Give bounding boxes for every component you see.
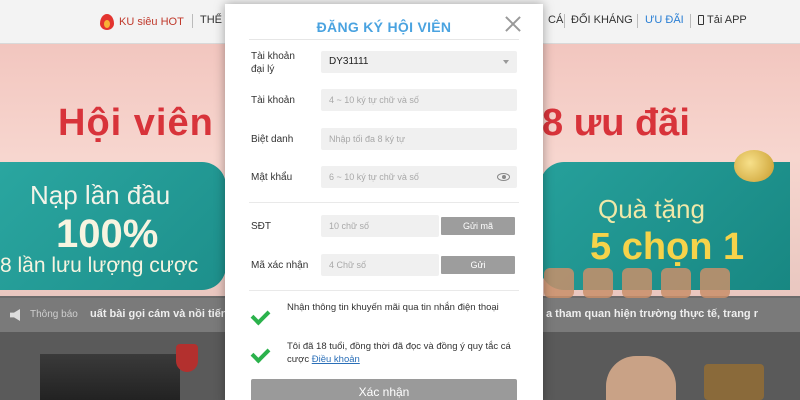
banner-percent: 100% bbox=[56, 212, 159, 256]
game-icon[interactable] bbox=[583, 268, 613, 298]
nav-ku-hot[interactable]: KU siêu HOT bbox=[100, 14, 184, 30]
eye-icon[interactable] bbox=[497, 173, 510, 181]
camera-icon bbox=[704, 364, 764, 400]
game-icon[interactable] bbox=[544, 268, 574, 298]
speaker-icon bbox=[10, 309, 20, 321]
terms-link[interactable]: Điều khoản bbox=[312, 354, 360, 365]
password-label: Mật khẩu bbox=[251, 172, 293, 183]
game-icon[interactable] bbox=[661, 268, 691, 298]
event-photo[interactable] bbox=[40, 354, 180, 400]
banner-chon: 5 chọn 1 bbox=[590, 226, 745, 268]
ticker-text-left: uất bài gọi cám và nồi tiếng bbox=[90, 308, 235, 320]
nav-divider bbox=[690, 14, 691, 28]
confirm-button[interactable]: Xác nhận bbox=[251, 379, 517, 400]
nickname-input[interactable]: Nhập tối đa 8 ký tự bbox=[321, 128, 517, 150]
verify-code-input[interactable]: 4 Chữ số bbox=[321, 254, 439, 276]
verify-code-label: Mã xác nhận bbox=[251, 260, 309, 271]
send-button[interactable]: Gửi bbox=[441, 256, 515, 274]
agent-account-value: DY31111 bbox=[329, 56, 369, 67]
agent-account-select[interactable]: DY31111 bbox=[321, 51, 517, 73]
promo-photo[interactable] bbox=[606, 356, 676, 400]
flame-icon bbox=[100, 14, 114, 30]
password-placeholder: 6 ~ 10 ký tự chữ và số bbox=[329, 172, 419, 182]
ticker-label: Thông báo bbox=[30, 309, 78, 320]
ticker-text-right: a tham quan hiện trường thực tế, trang r bbox=[546, 308, 758, 320]
game-icon[interactable] bbox=[700, 268, 730, 298]
modal-title: ĐĂNG KÝ HỘI VIÊN bbox=[316, 19, 452, 35]
agent-account-label: Tài khoản đại lý bbox=[251, 51, 295, 75]
nav-the-thao[interactable]: THỂ bbox=[200, 14, 222, 26]
account-label: Tài khoản bbox=[251, 95, 295, 106]
club-badge-icon bbox=[176, 344, 198, 372]
nav-uu-dai[interactable]: ƯU ĐÃI bbox=[645, 14, 684, 26]
close-icon[interactable] bbox=[504, 15, 522, 33]
section-divider bbox=[249, 290, 519, 291]
account-input[interactable]: 4 ~ 10 ký tự chữ và số bbox=[321, 89, 517, 111]
title-divider bbox=[249, 39, 519, 40]
section-divider bbox=[249, 202, 519, 203]
nav-ku-hot-label: KU siêu HOT bbox=[119, 15, 184, 28]
terms-checkbox[interactable] bbox=[251, 342, 273, 362]
banner-qua-tang: Quà tặng bbox=[598, 194, 705, 224]
terms-consent-text: Tôi đã 18 tuổi, đồng thời đã đọc và đồng… bbox=[287, 340, 523, 366]
nav-tai-app[interactable]: Tải APP bbox=[698, 14, 747, 26]
password-input[interactable]: 6 ~ 10 ký tự chữ và số bbox=[321, 166, 517, 188]
nickname-label: Biệt danh bbox=[251, 134, 294, 145]
chevron-down-icon bbox=[503, 60, 509, 64]
nav-tai-app-label: Tải APP bbox=[707, 14, 747, 26]
register-modal: ĐĂNG KÝ HỘI VIÊN Tài khoản đại lý DY3111… bbox=[225, 4, 543, 400]
promo-consent-text: Nhận thông tin khuyến mãi qua tin nhắn đ… bbox=[287, 302, 499, 313]
nav-divider bbox=[564, 14, 565, 28]
game-icon[interactable] bbox=[622, 268, 652, 298]
nav-divider bbox=[192, 14, 193, 28]
banner-title-right: 8 ưu đãi bbox=[542, 102, 690, 144]
promo-checkbox[interactable] bbox=[251, 304, 273, 324]
banner-nap-lan-dau: Nạp lần đầu bbox=[30, 180, 171, 210]
phone-label: SĐT bbox=[251, 221, 271, 232]
phone-input[interactable]: 10 chữ số bbox=[321, 215, 439, 237]
nav-divider bbox=[637, 14, 638, 28]
send-code-button[interactable]: Gửi mã bbox=[441, 217, 515, 235]
banner-luu-luong: 8 lần lưu lượng cược bbox=[0, 254, 199, 277]
nav-ca[interactable]: CÁ bbox=[548, 14, 563, 26]
coin-icon bbox=[734, 150, 774, 182]
phone-icon bbox=[698, 15, 704, 26]
banner-title-left: Hội viên bbox=[58, 102, 214, 144]
nav-doi-khang[interactable]: ĐỐI KHÁNG bbox=[571, 14, 633, 26]
